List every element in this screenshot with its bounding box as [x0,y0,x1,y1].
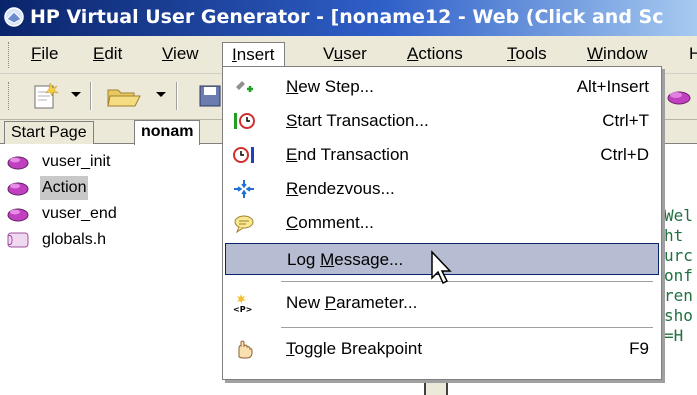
menu-tools[interactable]: Tools [498,42,556,68]
mouse-cursor-icon [431,250,452,285]
menu-view[interactable]: View [153,42,208,68]
toolbar-separator [176,82,178,110]
menu-item-comment[interactable]: Comment... [225,207,659,239]
menu-actions[interactable]: Actions [398,42,472,68]
start-transaction-icon [234,113,255,129]
menu-item-toggle-breakpoint[interactable]: Toggle Breakpoint F9 [225,333,659,365]
tab-noname12[interactable]: nonam [134,120,201,145]
menu-item-new-step[interactable]: New Step... Alt+Insert [225,71,659,103]
shortcut-label: F9 [629,339,649,358]
menu-separator [281,327,653,329]
script-tree: vuser_init Action vuser_end globals.h [0,145,230,395]
menu-file[interactable]: File [22,42,67,68]
menu-window[interactable]: Window [578,42,656,68]
shortcut-label: Alt+Insert [576,77,649,96]
parameter-icon: <P> [233,294,252,313]
code-line[interactable]: onf [664,266,693,285]
rendezvous-icon [234,180,254,198]
code-line[interactable]: Wel [664,206,693,225]
menu-item-start-transaction[interactable]: Start Transaction... Ctrl+T [225,105,659,137]
script-icon [7,182,29,196]
shortcut-label: Ctrl+T [602,111,649,130]
breakpoint-icon [238,340,253,359]
menu-item-end-transaction[interactable]: End Transaction Ctrl+D [225,139,659,171]
menubar-grip[interactable] [8,42,11,68]
title-bar: HP Virtual User Generator - [noname12 - … [0,0,697,36]
new-dropdown-arrow-icon[interactable] [71,92,81,97]
menu-help[interactable]: H [680,42,697,68]
open-dropdown-arrow-icon[interactable] [156,92,166,97]
toolbar-grip[interactable] [8,82,11,110]
code-line[interactable]: sho [664,306,693,325]
menu-separator [281,281,653,283]
code-line[interactable]: ht [664,226,683,245]
menu-item-new-parameter[interactable]: <P> New Parameter... [225,287,659,319]
code-line[interactable]: ren [664,286,693,305]
toolbar-separator [90,82,92,110]
insert-menu-dropdown: New Step... Alt+Insert Start Transaction… [222,66,662,380]
script-icon [7,156,29,170]
script-icon [7,208,29,222]
svg-text:<P>: <P> [233,305,252,313]
end-transaction-icon [233,147,254,163]
tab-start-page[interactable]: Start Page [4,121,94,144]
window-title: HP Virtual User Generator - [noname12 - … [30,6,664,28]
open-folder-icon[interactable] [104,82,144,110]
comment-icon [234,215,254,233]
new-script-icon[interactable] [30,82,60,110]
menu-vuser[interactable]: Vuser [314,42,376,68]
run-script-icon[interactable] [664,82,694,110]
shortcut-label: Ctrl+D [600,145,649,164]
menu-item-rendezvous[interactable]: Rendezvous... [225,173,659,205]
save-icon[interactable] [198,82,222,110]
menu-edit[interactable]: Edit [84,42,131,68]
app-icon [4,7,24,27]
code-line[interactable]: =H [664,326,683,345]
header-file-icon [7,232,29,248]
new-step-icon [236,81,253,92]
code-line[interactable]: urc [664,246,693,265]
